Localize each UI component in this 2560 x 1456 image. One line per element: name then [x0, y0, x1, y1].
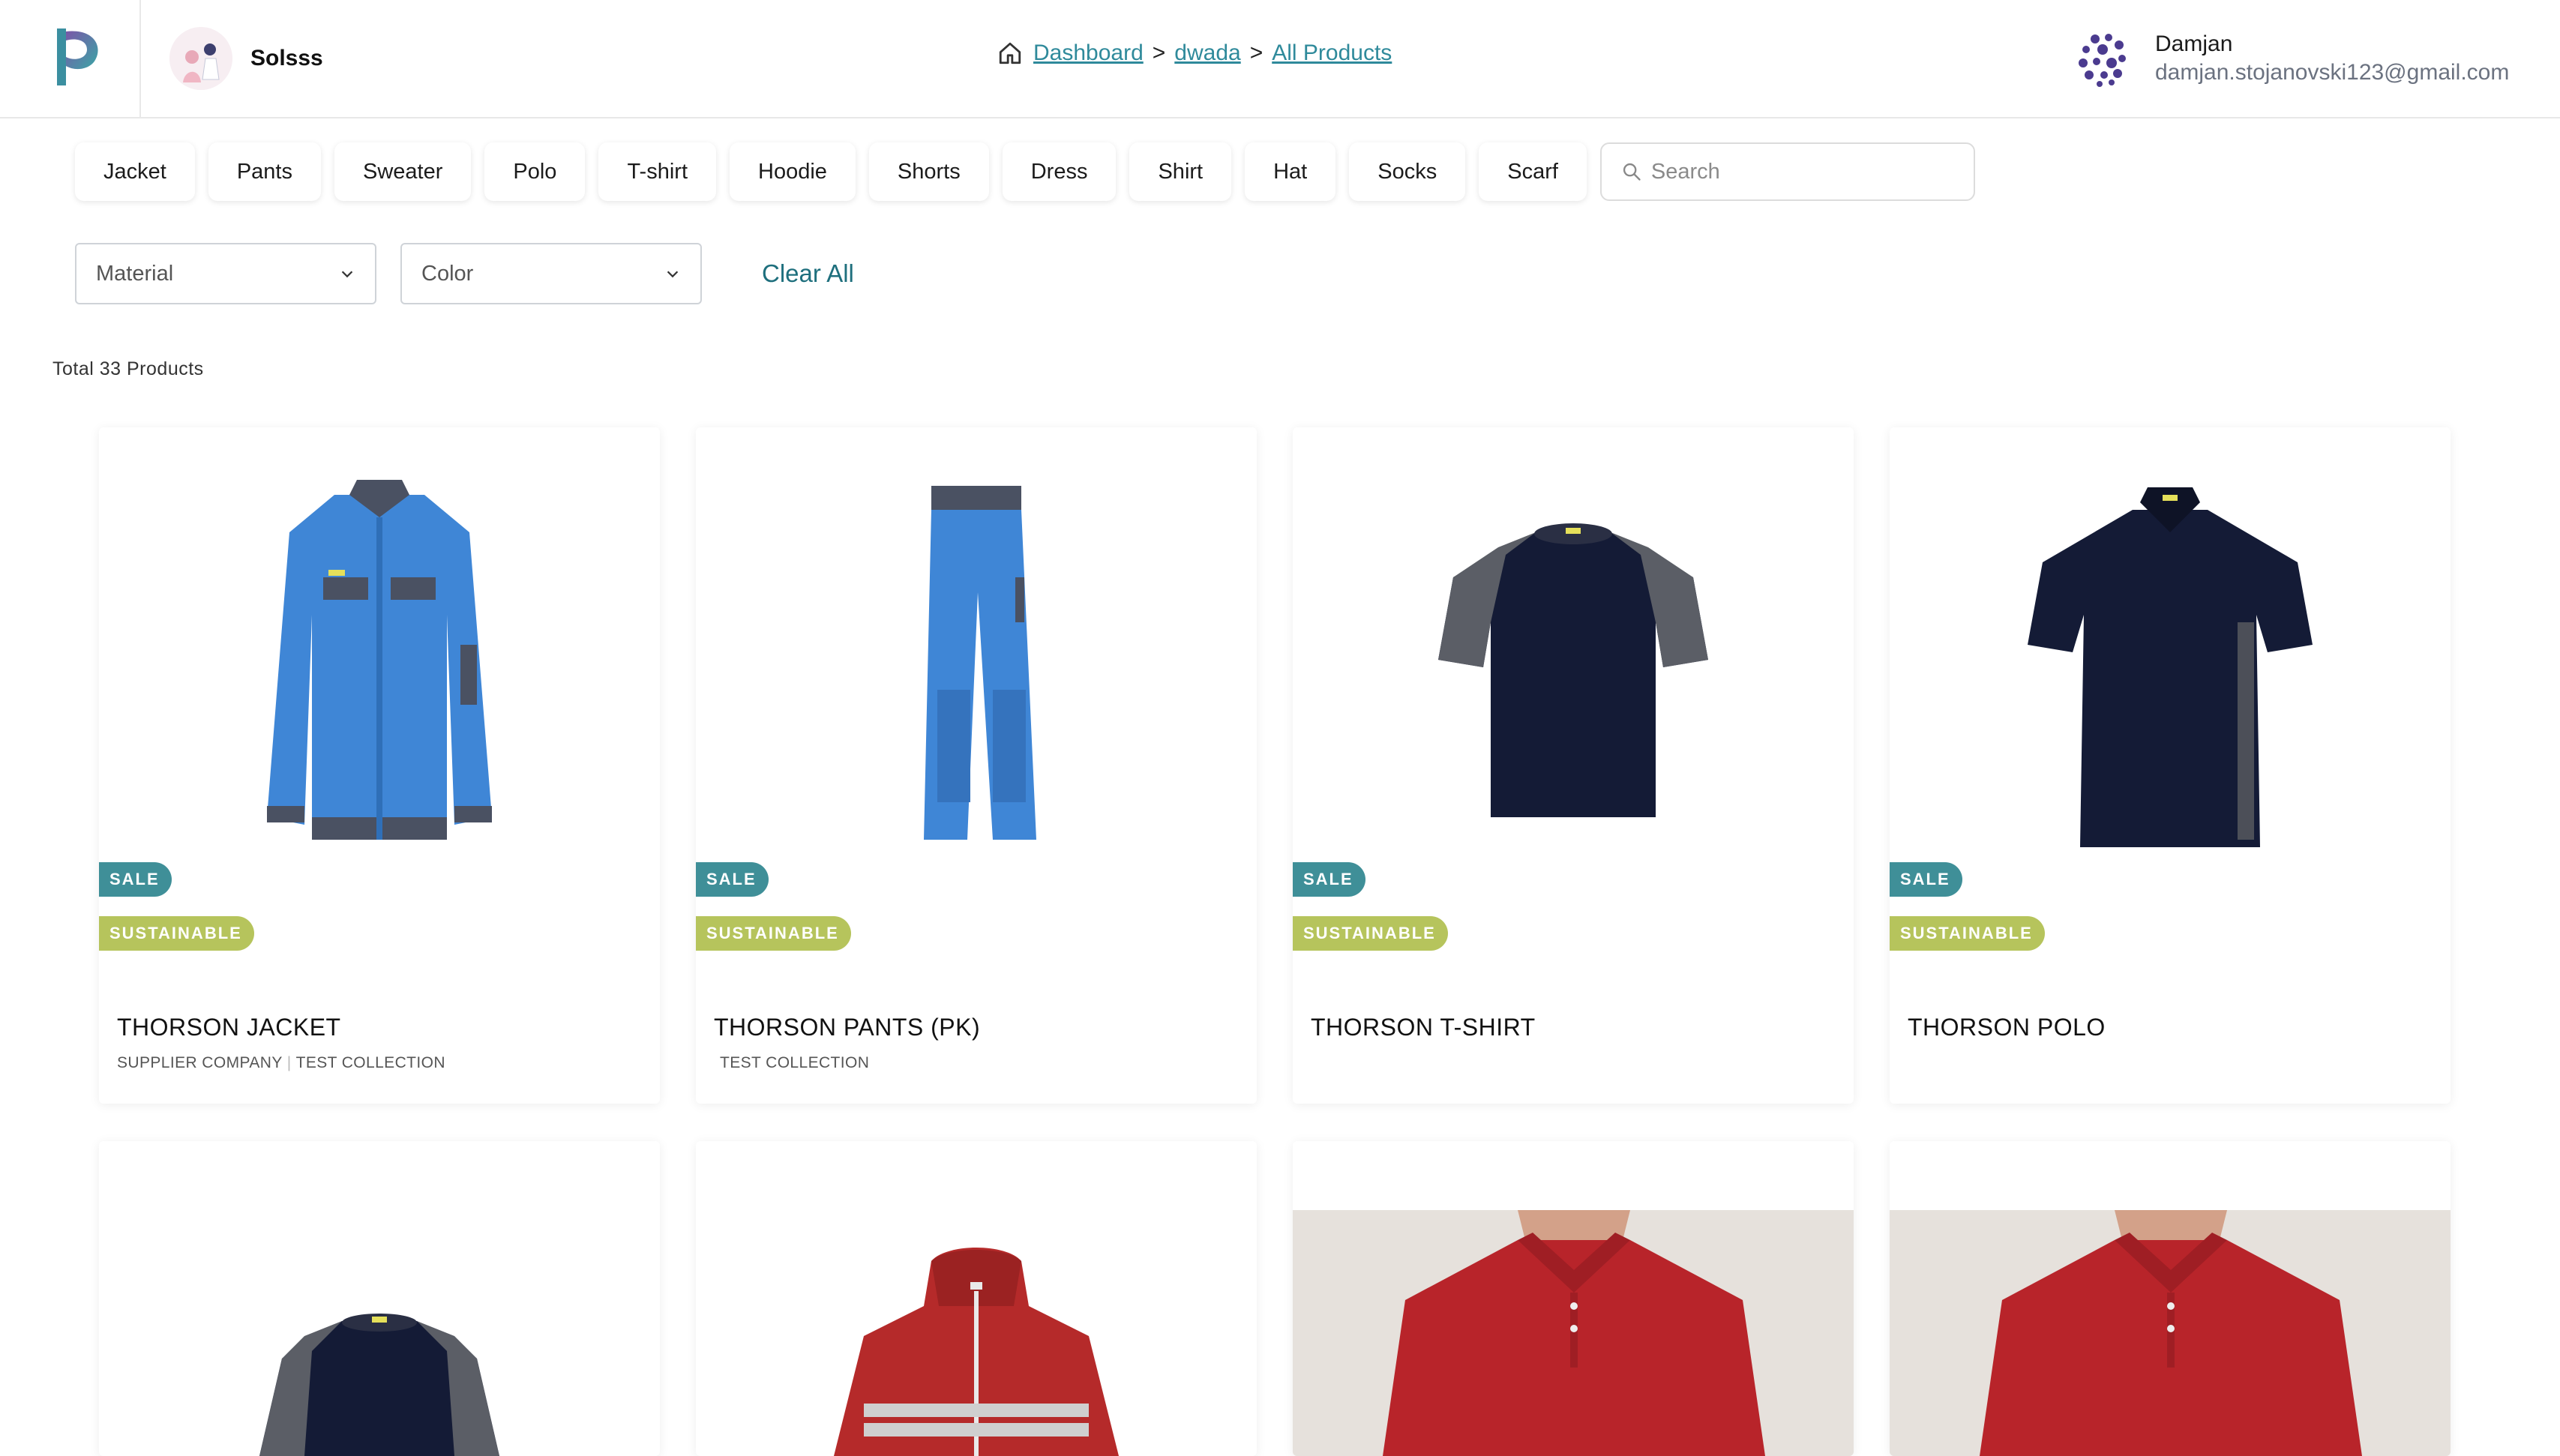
logo-cell [0, 0, 141, 117]
category-chip-sweater[interactable]: Sweater [334, 142, 472, 201]
org-avatar [169, 27, 232, 90]
breadcrumb-separator: > [1152, 40, 1166, 65]
product-image [99, 427, 660, 907]
category-chip-hoodie[interactable]: Hoodie [730, 142, 856, 201]
top-header: Solsss Dashboard > dwada > All Products [0, 0, 2560, 118]
sustainable-badge: SUSTAINABLE [696, 916, 851, 951]
product-supplier: SUPPLIER COMPANY [117, 1054, 283, 1071]
product-card[interactable]: SALE SUSTAINABLE THORSON POLO [1890, 427, 2451, 1104]
breadcrumb-separator: > [1249, 40, 1264, 65]
product-card[interactable]: SALE SUSTAINABLE THORSON PANTS (PK) TEST… [696, 427, 1257, 1104]
product-card[interactable]: SALE SUSTAINABLE THORSON JACKET SUPPLIER… [99, 427, 660, 1104]
product-meta: TEST COLLECTION [720, 1054, 869, 1072]
breadcrumb-dashboard-link[interactable]: Dashboard [1033, 40, 1144, 66]
breadcrumb-collection-link[interactable]: dwada [1174, 40, 1240, 66]
category-chip-tshirt[interactable]: T-shirt [598, 142, 716, 201]
search-box[interactable] [1599, 142, 1975, 201]
product-title[interactable]: THORSON PANTS (PK) [714, 1014, 980, 1041]
meta-divider: | [286, 1054, 292, 1071]
product-card[interactable] [1890, 1141, 2451, 1456]
product-image [1890, 1210, 2451, 1456]
search-icon [1623, 163, 1641, 181]
material-select[interactable]: Material [75, 243, 376, 304]
search-input[interactable] [1649, 158, 1968, 185]
sale-badge: SALE [696, 862, 769, 897]
product-image [99, 1141, 660, 1456]
category-filter-bar: Jacket Pants Sweater Polo T-shirt Hoodie… [75, 142, 1975, 201]
user-name: Damjan [2155, 31, 2233, 56]
product-card[interactable] [1293, 1141, 1854, 1456]
sustainable-badge: SUSTAINABLE [1890, 916, 2045, 951]
clear-all-button[interactable]: Clear All [762, 259, 854, 288]
category-chip-dress[interactable]: Dress [1002, 142, 1117, 201]
sale-badge: SALE [1890, 862, 1962, 897]
org-name: Solsss [250, 46, 323, 70]
color-select-label: Color [421, 261, 474, 286]
home-icon[interactable] [997, 40, 1023, 66]
chevron-down-icon [341, 271, 353, 278]
material-select-label: Material [96, 261, 174, 286]
organization[interactable]: Solsss [169, 27, 323, 90]
brand-logo-icon[interactable] [49, 25, 102, 88]
category-chip-polo[interactable]: Polo [484, 142, 586, 201]
user-avatar [2073, 27, 2136, 90]
total-products-count: Total 33 Products [52, 358, 204, 379]
user-email: damjan.stojanovski123@gmail.com [2155, 60, 2510, 85]
sale-badge: SALE [1293, 862, 1365, 897]
color-select[interactable]: Color [400, 243, 702, 304]
category-chip-socks[interactable]: Socks [1349, 142, 1466, 201]
product-title[interactable]: THORSON T-SHIRT [1311, 1014, 1536, 1041]
category-chip-scarf[interactable]: Scarf [1479, 142, 1587, 201]
category-chip-hat[interactable]: Hat [1245, 142, 1336, 201]
product-card[interactable] [99, 1141, 660, 1456]
product-image [1293, 427, 1854, 907]
attribute-filters: Material Color Clear All [75, 243, 854, 304]
category-chip-pants[interactable]: Pants [208, 142, 321, 201]
product-title[interactable]: THORSON POLO [1908, 1014, 2106, 1041]
category-chip-shorts[interactable]: Shorts [868, 142, 989, 201]
sustainable-badge: SUSTAINABLE [99, 916, 254, 951]
product-image [1890, 427, 2451, 907]
product-image [1293, 1210, 1854, 1456]
category-chip-jacket[interactable]: Jacket [75, 142, 195, 201]
sustainable-badge: SUSTAINABLE [1293, 916, 1448, 951]
category-chip-shirt[interactable]: Shirt [1129, 142, 1232, 201]
product-title[interactable]: THORSON JACKET [117, 1014, 341, 1041]
product-card[interactable]: SALE SUSTAINABLE THORSON T-SHIRT [1293, 427, 1854, 1104]
breadcrumb: Dashboard > dwada > All Products [997, 40, 1392, 66]
sale-badge: SALE [99, 862, 172, 897]
product-collection: TEST COLLECTION [295, 1054, 445, 1071]
product-image [696, 427, 1257, 907]
chevron-down-icon [667, 271, 679, 278]
product-image [696, 1141, 1257, 1456]
product-collection: TEST COLLECTION [720, 1054, 870, 1071]
breadcrumb-all-products-link[interactable]: All Products [1272, 40, 1392, 66]
user-menu[interactable]: Damjan damjan.stojanovski123@gmail.com [2073, 27, 2509, 90]
product-meta: SUPPLIER COMPANY | TEST COLLECTION [117, 1054, 445, 1072]
product-card[interactable] [696, 1141, 1257, 1456]
